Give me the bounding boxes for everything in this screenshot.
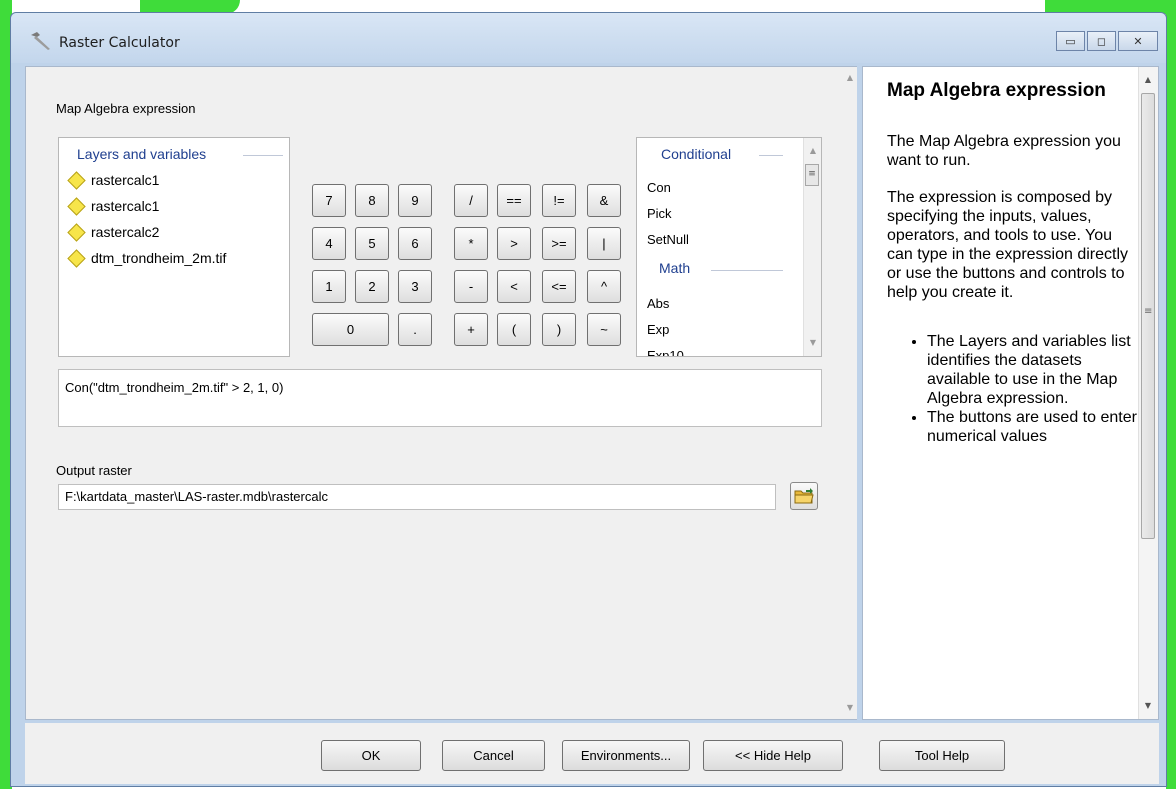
key-less-equal[interactable]: <=	[542, 270, 576, 303]
key-close-paren[interactable]: )	[542, 313, 576, 346]
layer-name: rastercalc1	[91, 172, 160, 188]
key-minus[interactable]: -	[454, 270, 488, 303]
layer-item[interactable]: rastercalc2	[67, 222, 160, 242]
button-bar: OK Cancel Environments... << Hide Help T…	[25, 723, 1159, 784]
key-3[interactable]: 3	[398, 270, 432, 303]
output-raster-input[interactable]: F:\kartdata_master\LAS-raster.mdb\raster…	[58, 484, 776, 510]
scroll-down-icon[interactable]: ▼	[843, 701, 857, 715]
function-item[interactable]: SetNull	[647, 232, 689, 247]
scroll-up-icon[interactable]: ▲	[843, 71, 857, 85]
close-icon: ✕	[1133, 34, 1143, 48]
ok-button[interactable]: OK	[321, 740, 421, 771]
help-title: Map Algebra expression	[887, 80, 1106, 101]
minimize-button[interactable]: ▭	[1056, 31, 1085, 51]
layer-item[interactable]: rastercalc1	[67, 170, 160, 190]
key-4[interactable]: 4	[312, 227, 346, 260]
key-plus[interactable]: +	[454, 313, 488, 346]
window-title: Raster Calculator	[59, 35, 180, 51]
key-not[interactable]: ~	[587, 313, 621, 346]
raster-layer-icon	[67, 222, 86, 242]
key-5[interactable]: 5	[355, 227, 389, 260]
function-item[interactable]: Exp	[647, 322, 669, 337]
browse-button[interactable]	[790, 482, 818, 510]
key-0[interactable]: 0	[312, 313, 389, 346]
scroll-down-icon[interactable]: ▼	[1141, 699, 1155, 713]
key-equal[interactable]: ==	[497, 184, 531, 217]
title-bar[interactable]: Raster Calculator ▭ ◻ ✕	[11, 13, 1166, 63]
key-1[interactable]: 1	[312, 270, 346, 303]
scroll-thumb[interactable]: ≡	[805, 164, 819, 186]
key-multiply[interactable]: *	[454, 227, 488, 260]
layer-name: rastercalc1	[91, 198, 160, 214]
layers-list[interactable]: Layers and variables rastercalc1 rasterc…	[58, 137, 290, 357]
key-not-equal[interactable]: !=	[542, 184, 576, 217]
help-bullet: The buttons are used to enter numerical …	[927, 408, 1137, 446]
function-item[interactable]: Pick	[647, 206, 672, 221]
parameters-pane: Map Algebra expression Layers and variab…	[25, 66, 857, 720]
folder-icon	[794, 488, 814, 504]
key-6[interactable]: 6	[398, 227, 432, 260]
output-raster-label: Output raster	[56, 463, 132, 478]
maximize-icon: ◻	[1096, 34, 1107, 48]
help-paragraph: The expression is composed by specifying…	[887, 189, 1129, 301]
math-group-title: Math	[659, 260, 691, 276]
minimize-icon: ▭	[1065, 34, 1076, 48]
scroll-up-icon[interactable]: ▲	[806, 144, 820, 158]
key-7[interactable]: 7	[312, 184, 346, 217]
help-pane: Map Algebra expression The Map Algebra e…	[862, 66, 1159, 720]
key-and[interactable]: &	[587, 184, 621, 217]
environments-button[interactable]: Environments...	[562, 740, 690, 771]
scroll-thumb[interactable]	[1141, 93, 1155, 539]
raster-layer-icon	[67, 196, 86, 216]
close-button[interactable]: ✕	[1118, 31, 1158, 51]
function-item[interactable]: Con	[647, 180, 671, 195]
layer-name: rastercalc2	[91, 224, 160, 240]
key-2[interactable]: 2	[355, 270, 389, 303]
layer-item[interactable]: rastercalc1	[67, 196, 160, 216]
key-open-paren[interactable]: (	[497, 313, 531, 346]
function-item[interactable]: Abs	[647, 296, 669, 311]
raster-layer-icon	[67, 170, 86, 190]
scroll-up-icon[interactable]: ▲	[1141, 73, 1155, 87]
help-bullets: The Layers and variables list identifies…	[887, 332, 1137, 446]
tool-help-button[interactable]: Tool Help	[879, 740, 1005, 771]
key-or[interactable]: |	[587, 227, 621, 260]
layers-group-title: Layers and variables	[77, 146, 207, 162]
scroll-down-icon[interactable]: ▼	[806, 336, 820, 350]
raster-calculator-window: Raster Calculator ▭ ◻ ✕ Map Algebra expr…	[10, 12, 1167, 787]
key-xor[interactable]: ^	[587, 270, 621, 303]
functions-list[interactable]: Conditional Con Pick SetNull Math Abs Ex…	[636, 137, 822, 357]
help-scrollbar[interactable]: ▲ ▼	[1138, 67, 1158, 719]
key-divide[interactable]: /	[454, 184, 488, 217]
expression-label: Map Algebra expression	[56, 101, 196, 116]
key-greater[interactable]: >	[497, 227, 531, 260]
layer-item[interactable]: dtm_trondheim_2m.tif	[67, 248, 227, 268]
parameters-scrollbar[interactable]: ▲ ▼	[843, 67, 857, 719]
hammer-icon	[31, 32, 50, 50]
key-less[interactable]: <	[497, 270, 531, 303]
key-decimal[interactable]: .	[398, 313, 432, 346]
raster-layer-icon	[67, 248, 86, 268]
conditional-group-title: Conditional	[661, 146, 732, 162]
function-item[interactable]: Exp10	[647, 348, 684, 356]
help-paragraph: The Map Algebra expression you want to r…	[887, 133, 1121, 169]
help-bullet: The Layers and variables list identifies…	[927, 332, 1137, 408]
maximize-button[interactable]: ◻	[1087, 31, 1116, 51]
functions-scrollbar[interactable]: ▲ ≡ ▼	[803, 138, 821, 356]
layer-name: dtm_trondheim_2m.tif	[91, 250, 227, 266]
cancel-button[interactable]: Cancel	[442, 740, 545, 771]
key-greater-equal[interactable]: >=	[542, 227, 576, 260]
key-8[interactable]: 8	[355, 184, 389, 217]
expression-input[interactable]: Con("dtm_trondheim_2m.tif" > 2, 1, 0)	[58, 369, 822, 427]
hide-help-button[interactable]: << Hide Help	[703, 740, 843, 771]
key-9[interactable]: 9	[398, 184, 432, 217]
